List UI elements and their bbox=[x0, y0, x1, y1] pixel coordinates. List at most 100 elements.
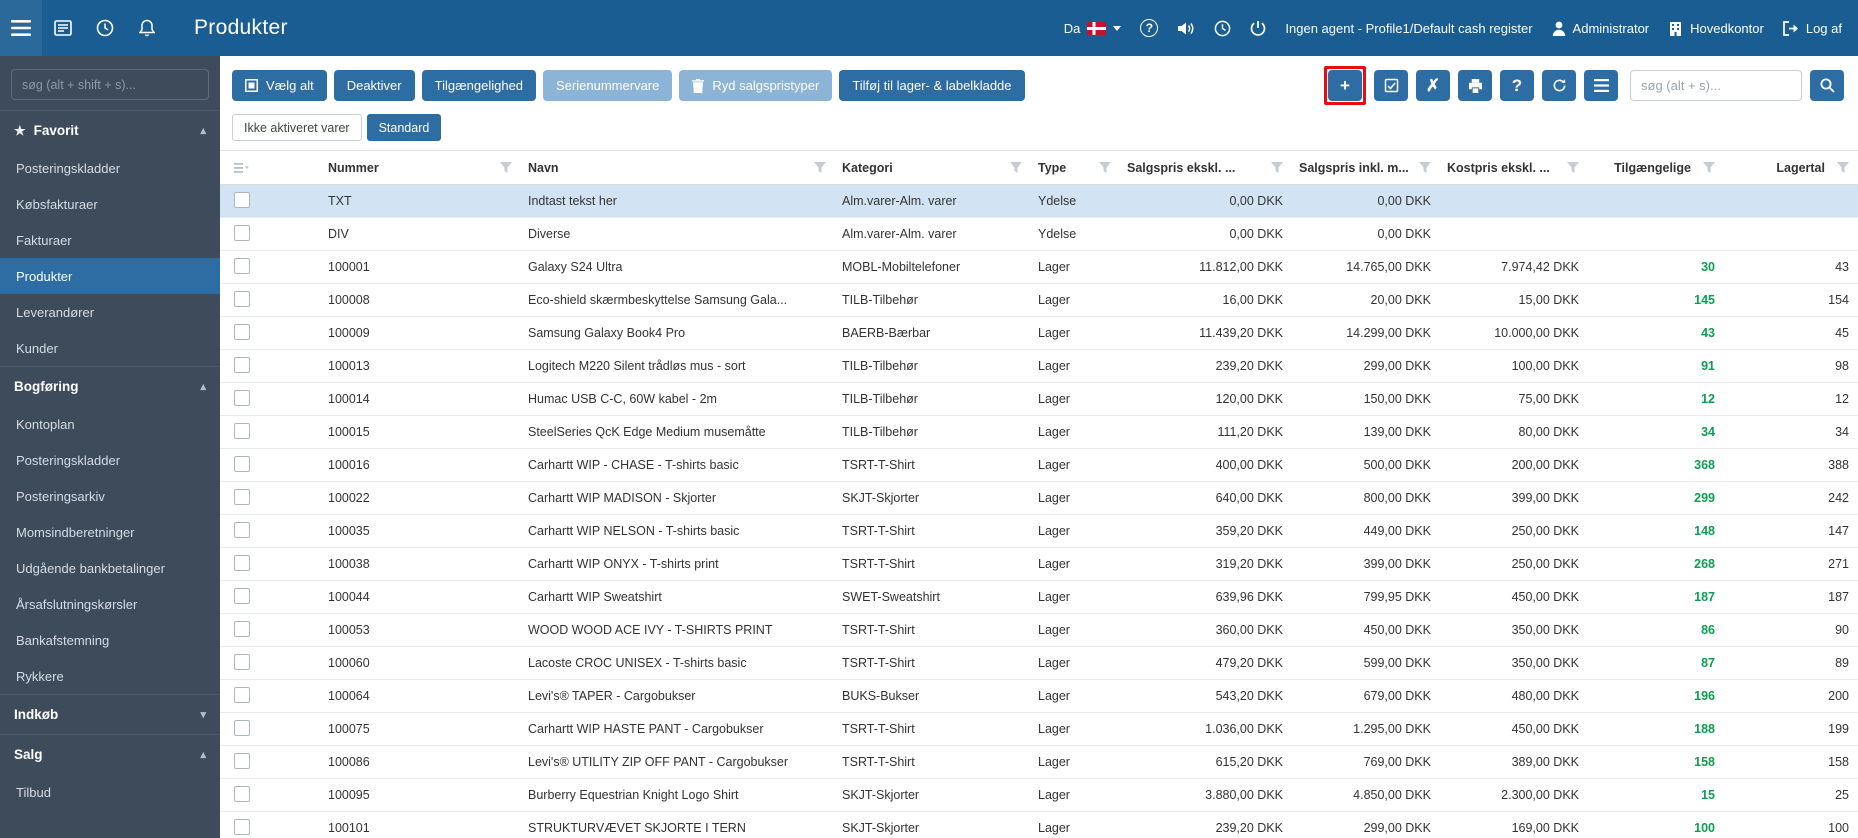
logout-button[interactable]: Log af bbox=[1782, 21, 1842, 36]
column-header-kostpris-ekskl[interactable]: Kostpris ekskl. ... bbox=[1439, 161, 1587, 175]
sidebar-section-salg[interactable]: Salg ▴ bbox=[0, 734, 220, 774]
row-checkbox[interactable] bbox=[234, 719, 250, 736]
filter-icon[interactable] bbox=[1567, 162, 1579, 173]
sidebar-item-leverandører[interactable]: Leverandører bbox=[0, 294, 220, 330]
help-button[interactable]: ? bbox=[1500, 70, 1534, 101]
columns-button[interactable] bbox=[1584, 70, 1618, 101]
row-checkbox[interactable] bbox=[234, 356, 250, 373]
filter-icon[interactable] bbox=[1099, 162, 1111, 173]
filter-icon[interactable] bbox=[1703, 162, 1715, 173]
table-row[interactable]: 100053 WOOD WOOD ACE IVY - T-SHIRTS PRINT… bbox=[220, 614, 1858, 647]
filter-icon[interactable] bbox=[814, 162, 826, 173]
sound-button[interactable] bbox=[1177, 21, 1195, 36]
time-button[interactable] bbox=[84, 0, 126, 56]
table-row[interactable]: 100086 Levi's® UTILITY ZIP OFF PANT - Car… bbox=[220, 746, 1858, 779]
table-row[interactable]: 100022 Carhartt WIP MADISON - Skjorter SKJ… bbox=[220, 482, 1858, 515]
column-header-lagertal[interactable]: Lagertal bbox=[1723, 161, 1857, 175]
sidebar-item-bankafstemning[interactable]: Bankafstemning bbox=[0, 622, 220, 658]
sidebar-item-tilbud[interactable]: Tilbud bbox=[0, 774, 220, 810]
row-checkbox[interactable] bbox=[234, 752, 250, 769]
sidebar-section-favorit[interactable]: ★ Favorit ▴ bbox=[0, 110, 220, 150]
tilgængelighed-button[interactable]: Tilgængelighed bbox=[421, 70, 537, 101]
power-button[interactable] bbox=[1250, 20, 1266, 37]
column-header-salgspris-inkl[interactable]: Salgspris inkl. m... bbox=[1291, 161, 1439, 175]
sidebar-item-årsafslutningskørsler[interactable]: Årsafslutningskørsler bbox=[0, 586, 220, 622]
notifications-button[interactable] bbox=[126, 0, 168, 56]
filter-icon[interactable] bbox=[1837, 162, 1849, 173]
row-checkbox[interactable] bbox=[234, 191, 250, 208]
row-checkbox[interactable] bbox=[234, 455, 250, 472]
table-row[interactable]: 100064 Levi's® TAPER - Cargobukser BUKS-Bu… bbox=[220, 680, 1858, 713]
sidebar-search-input[interactable] bbox=[11, 69, 209, 100]
table-row[interactable]: 100014 Humac USB C-C, 60W kabel - 2m TILB-… bbox=[220, 383, 1858, 416]
ryd-salgspristyper-button[interactable]: Ryd salgspristyper bbox=[679, 70, 833, 101]
sidebar-item-udgående-bankbetalinger[interactable]: Udgående bankbetalinger bbox=[0, 550, 220, 586]
sidebar-item-momsindberetninger[interactable]: Momsindberetninger bbox=[0, 514, 220, 550]
sidebar-section-bogføring[interactable]: Bogføring ▴ bbox=[0, 366, 220, 406]
table-row[interactable]: 100044 Carhartt WIP Sweatshirt SWET-Sweats… bbox=[220, 581, 1858, 614]
column-header-salgspris-ekskl[interactable]: Salgspris ekskl. ... bbox=[1119, 161, 1291, 175]
column-header-type[interactable]: Type bbox=[1030, 161, 1119, 175]
news-button[interactable] bbox=[42, 0, 84, 56]
help-button[interactable]: ? bbox=[1140, 19, 1159, 37]
table-row[interactable]: TXT Indtast tekst her Alm.varer-Alm. varer… bbox=[220, 185, 1858, 218]
table-row[interactable]: DIV Diverse Alm.varer-Alm. varer Ydelse 0,00… bbox=[220, 218, 1858, 251]
edit-button[interactable] bbox=[1374, 70, 1408, 101]
table-row[interactable]: 100013 Logitech M220 Silent trådløs mus -… bbox=[220, 350, 1858, 383]
row-checkbox[interactable] bbox=[234, 554, 250, 571]
row-checkbox[interactable] bbox=[234, 257, 250, 274]
filter-icon[interactable] bbox=[1010, 162, 1022, 173]
deaktiver-button[interactable]: Deaktiver bbox=[333, 70, 415, 101]
clear-button[interactable]: ✗ bbox=[1416, 70, 1450, 101]
sidebar-item-kunder[interactable]: Kunder bbox=[0, 330, 220, 366]
menu-button[interactable] bbox=[0, 0, 42, 56]
row-checkbox[interactable] bbox=[234, 653, 250, 670]
table-row[interactable]: 100016 Carhartt WIP - CHASE - T-shirts ba… bbox=[220, 449, 1858, 482]
row-checkbox[interactable] bbox=[234, 290, 250, 307]
table-row[interactable]: 100038 Carhartt WIP ONYX - T-shirts print… bbox=[220, 548, 1858, 581]
row-checkbox[interactable] bbox=[234, 521, 250, 538]
vælg-alt-button[interactable]: Vælg alt bbox=[232, 70, 327, 101]
view-tab-ikke-aktiveret-varer[interactable]: Ikke aktiveret varer bbox=[232, 114, 362, 141]
sidebar-item-produkter[interactable]: Produkter bbox=[0, 258, 220, 294]
table-row[interactable]: 100035 Carhartt WIP NELSON - T-shirts bas… bbox=[220, 515, 1858, 548]
column-header-tilgaengelige[interactable]: Tilgængelige bbox=[1587, 161, 1723, 175]
row-checkbox[interactable] bbox=[234, 323, 250, 340]
table-row[interactable]: 100075 Carhartt WIP HASTE PANT - Cargobuk… bbox=[220, 713, 1858, 746]
sidebar-item-kontoplan[interactable]: Kontoplan bbox=[0, 406, 220, 442]
table-row[interactable]: 100101 STRUKTURVÆVET SKJORTE I TERN SKJT-S… bbox=[220, 812, 1858, 838]
sidebar-item-købsfakturaer[interactable]: Købsfakturaer bbox=[0, 186, 220, 222]
tilføj-til-lager-labelkladde-button[interactable]: Tilføj til lager- & labelkladde bbox=[839, 70, 1025, 101]
search-button[interactable] bbox=[1810, 70, 1844, 101]
table-search-input[interactable] bbox=[1630, 70, 1802, 101]
sidebar-item-fakturaer[interactable]: Fakturaer bbox=[0, 222, 220, 258]
add-button[interactable]: + bbox=[1328, 70, 1362, 101]
table-row[interactable]: 100008 Eco-shield skærmbeskyttelse Samsun… bbox=[220, 284, 1858, 317]
serienummervare-button[interactable]: Serienummervare bbox=[543, 70, 673, 101]
row-checkbox[interactable] bbox=[234, 686, 250, 703]
row-checkbox[interactable] bbox=[234, 389, 250, 406]
row-checkbox[interactable] bbox=[234, 818, 250, 835]
filter-icon[interactable] bbox=[1271, 162, 1283, 173]
column-header-kategori[interactable]: Kategori bbox=[834, 161, 1030, 175]
row-checkbox[interactable] bbox=[234, 488, 250, 505]
table-row[interactable]: 100015 SteelSeries QcK Edge Medium musemå… bbox=[220, 416, 1858, 449]
sidebar-section-indkøb[interactable]: Indkøb ▾ bbox=[0, 694, 220, 734]
view-tab-standard[interactable]: Standard bbox=[366, 114, 442, 141]
filter-icon[interactable] bbox=[500, 162, 512, 173]
language-selector[interactable]: Da bbox=[1064, 21, 1122, 36]
column-header-navn[interactable]: Navn bbox=[520, 161, 834, 175]
sidebar-item-rykkere[interactable]: Rykkere bbox=[0, 658, 220, 694]
column-chooser-button[interactable] bbox=[220, 162, 320, 173]
session-time-button[interactable] bbox=[1214, 20, 1231, 37]
table-row[interactable]: 100095 Burberry Equestrian Knight Logo Sh… bbox=[220, 779, 1858, 812]
sidebar-item-posteringskladder[interactable]: Posteringskladder bbox=[0, 150, 220, 186]
table-row[interactable]: 100001 Galaxy S24 Ultra MOBL-Mobiltelefone… bbox=[220, 251, 1858, 284]
filter-icon[interactable] bbox=[1419, 162, 1431, 173]
table-row[interactable]: 100009 Samsung Galaxy Book4 Pro BAERB-Bærb… bbox=[220, 317, 1858, 350]
table-row[interactable]: 100060 Lacoste CROC UNISEX - T-shirts bas… bbox=[220, 647, 1858, 680]
row-checkbox[interactable] bbox=[234, 422, 250, 439]
refresh-button[interactable] bbox=[1542, 70, 1576, 101]
row-checkbox[interactable] bbox=[234, 587, 250, 604]
sidebar-item-posteringskladder[interactable]: Posteringskladder bbox=[0, 442, 220, 478]
